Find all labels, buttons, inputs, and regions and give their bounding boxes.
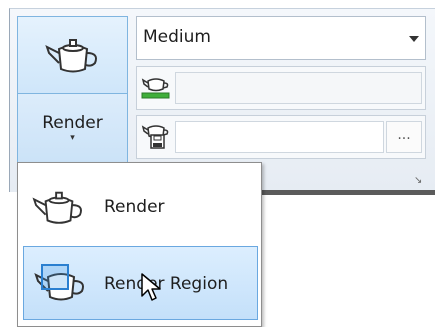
menu-item-render-label: Render (104, 197, 165, 217)
render-button-label: Render (42, 113, 103, 133)
teapot-progress-icon (141, 78, 170, 99)
teapot-save-icon[interactable] (141, 122, 171, 150)
render-region-icon (34, 264, 84, 301)
mouse-cursor-icon (141, 273, 161, 301)
panel-launcher-icon[interactable]: ↘ (414, 175, 422, 186)
browse-button[interactable]: ... (386, 121, 422, 153)
teapot-icon (32, 191, 82, 224)
menu-item-render[interactable]: Render (20, 178, 258, 238)
render-button-top[interactable] (18, 17, 127, 94)
render-output-path-field[interactable] (175, 121, 384, 153)
chevron-down-icon: ▾ (70, 133, 75, 143)
render-quality-dropdown[interactable]: Medium (136, 16, 426, 60)
teapot-icon (45, 39, 97, 73)
render-progress-bar (175, 72, 422, 104)
render-quality-value: Medium (143, 27, 211, 47)
render-split-button[interactable]: Render ▾ (17, 16, 128, 176)
chevron-down-icon (409, 36, 419, 42)
panel-bottom-edge (262, 190, 435, 195)
menu-item-render-region-label: Render Region (104, 274, 229, 294)
